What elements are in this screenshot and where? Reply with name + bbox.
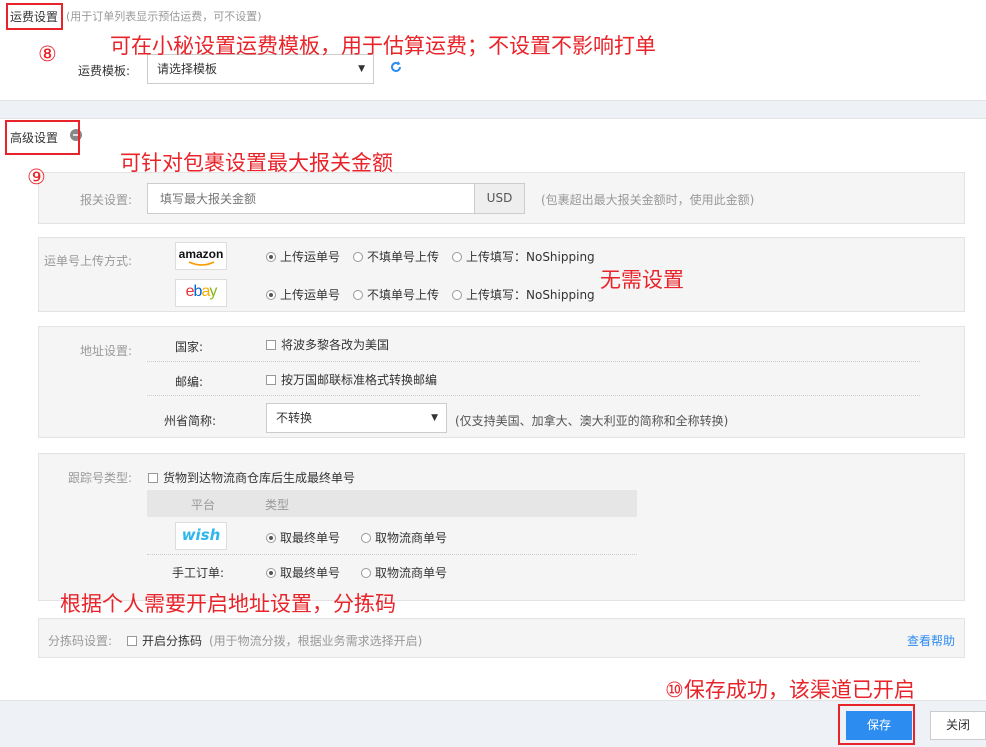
radio-checked-icon xyxy=(266,252,276,262)
checkbox-icon xyxy=(148,473,158,483)
tracking-type-label: 跟踪号类型: xyxy=(68,471,133,485)
close-button[interactable]: 关闭 xyxy=(930,711,986,740)
dotted-divider xyxy=(147,554,637,555)
customs-label: 报关设置: xyxy=(80,193,133,207)
freight-template-label: 运费模板: xyxy=(78,64,131,78)
state-select-value: 不转换 xyxy=(276,411,313,425)
sorting-checkbox[interactable]: 开启分拣码 xyxy=(127,632,202,649)
customs-amount-input[interactable] xyxy=(147,183,475,214)
annotation-box-advanced-title xyxy=(5,120,80,155)
freight-template-select[interactable]: 请选择模板 ▼ xyxy=(147,54,374,84)
annotation-no-setting: 无需设置 xyxy=(600,268,684,292)
ebay-logo: ebay xyxy=(175,279,227,307)
wish-option-carrier[interactable]: 取物流商单号 xyxy=(361,529,447,546)
checkbox-icon xyxy=(127,636,137,646)
dotted-divider xyxy=(147,361,920,362)
annotation-9-number: ⑨ xyxy=(27,165,46,189)
manual-order-label: 手工订单: xyxy=(172,566,225,580)
state-select[interactable]: 不转换 ▼ xyxy=(266,403,447,433)
annotation-9-text: 可针对包裹设置最大报关金额 xyxy=(120,151,393,175)
currency-addon: USD xyxy=(474,183,525,214)
tracking-upload-label: 运单号上传方式: xyxy=(44,254,133,268)
radio-checked-icon xyxy=(266,290,276,300)
dotted-divider xyxy=(147,395,920,396)
radio-unchecked-icon xyxy=(361,533,371,543)
ebay-option-noshipping[interactable]: 上传填写：NoShipping xyxy=(452,286,595,303)
help-link[interactable]: 查看帮助 xyxy=(907,632,955,649)
zip-label: 邮编: xyxy=(175,375,204,389)
ebay-option-upload[interactable]: 上传运单号 xyxy=(266,286,340,303)
customs-input-group: USD xyxy=(147,183,525,214)
annotation-8-number: ⑧ xyxy=(38,42,57,66)
annotation-10-text: ⑩保存成功，该渠道已开启 xyxy=(665,678,915,702)
ebay-option-noupload[interactable]: 不填单号上传 xyxy=(353,286,439,303)
wish-logo: wish xyxy=(175,522,227,550)
radio-unchecked-icon xyxy=(353,290,363,300)
col-platform-header: 平台 xyxy=(191,498,216,512)
final-number-checkbox[interactable]: 货物到达物流商仓库后生成最终单号 xyxy=(148,469,355,486)
customs-hint: (包裹超出最大报关金额时，使用此金额) xyxy=(541,193,755,207)
annotation-8-text: 可在小秘设置运费模板，用于估算运费；不设置不影响打单 xyxy=(110,34,656,58)
tracking-type-table-header: 平台 类型 xyxy=(147,490,637,517)
ebay-logo-text: ebay xyxy=(185,283,218,300)
state-hint: (仅支持美国、加拿大、澳大利亚的简称和全称转换) xyxy=(455,414,729,428)
freight-template-value: 请选择模板 xyxy=(157,62,218,76)
chevron-down-icon: ▼ xyxy=(431,413,438,423)
wish-option-final[interactable]: 取最终单号 xyxy=(266,529,340,546)
amazon-option-noupload[interactable]: 不填单号上传 xyxy=(353,248,439,265)
radio-checked-icon xyxy=(266,533,276,543)
radio-unchecked-icon xyxy=(452,290,462,300)
refresh-icon[interactable] xyxy=(388,59,404,75)
annotation-box-freight-title xyxy=(6,3,63,30)
zip-checkbox[interactable]: 按万国邮联标准格式转换邮编 xyxy=(266,371,437,388)
freight-section-hint: (用于订单列表显示预估运费，可不设置) xyxy=(66,10,262,23)
manual-option-carrier[interactable]: 取物流商单号 xyxy=(361,564,447,581)
country-label: 国家: xyxy=(175,340,204,354)
checkbox-icon xyxy=(266,340,276,350)
annotation-personal: 根据个人需要开启地址设置，分拣码 xyxy=(60,592,396,616)
checkbox-icon xyxy=(266,375,276,385)
amazon-logo: amazon xyxy=(175,242,227,270)
amazon-option-noshipping[interactable]: 上传填写：NoShipping xyxy=(452,248,595,265)
address-label: 地址设置: xyxy=(80,344,133,358)
sorting-hint: (用于物流分拨，根据业务需求选择开启) xyxy=(209,634,423,648)
radio-unchecked-icon xyxy=(452,252,462,262)
chevron-down-icon: ▼ xyxy=(358,64,365,74)
radio-unchecked-icon xyxy=(353,252,363,262)
radio-checked-icon xyxy=(266,568,276,578)
sorting-label: 分拣码设置: xyxy=(48,634,113,648)
country-checkbox[interactable]: 将波多黎各改为美国 xyxy=(266,336,389,353)
annotation-box-save xyxy=(838,704,915,745)
col-type-header: 类型 xyxy=(265,498,290,512)
amazon-option-upload[interactable]: 上传运单号 xyxy=(266,248,340,265)
state-label: 州省简称: xyxy=(164,414,217,428)
radio-unchecked-icon xyxy=(361,568,371,578)
section-divider xyxy=(0,100,986,119)
manual-option-final[interactable]: 取最终单号 xyxy=(266,564,340,581)
